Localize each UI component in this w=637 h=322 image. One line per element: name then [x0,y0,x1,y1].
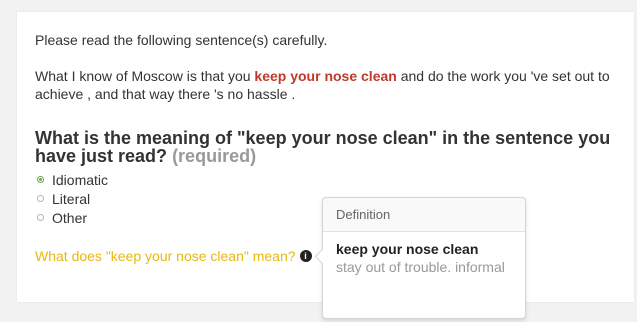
popover-definition: stay out of trouble. informal [336,259,505,275]
info-icon[interactable]: i [299,250,312,262]
radio-empty-icon[interactable] [37,195,44,202]
instruction-text: Please read the following sentence(s) ca… [35,32,328,48]
page: Please read the following sentence(s) ca… [0,0,637,322]
option-literal[interactable]: Literal [37,189,108,208]
question-heading: What is the meaning of "keep your nose c… [35,129,627,165]
option-label: Literal [52,190,91,207]
required-label: (required) [172,146,257,166]
definition-popover: Definition keep your nose clean stay out… [314,197,526,319]
followup-text: What does "keep your nose clean" mean? [35,248,296,264]
radio-selected-icon[interactable] [37,176,44,183]
option-idiomatic[interactable]: Idiomatic [37,170,108,189]
highlighted-phrase: keep your nose clean [254,68,397,84]
option-other[interactable]: Other [37,208,108,227]
popover-term: keep your nose clean [336,241,479,257]
sentence-before: What I know of Moscow is that you [35,68,255,84]
option-label: Idiomatic [52,171,109,188]
followup-question: What does "keep your nose clean" mean? i [35,248,312,264]
option-label: Other [52,209,88,226]
radio-group: Idiomatic Literal Other [37,170,108,227]
question-text: What is the meaning of "keep your nose c… [35,128,611,166]
sentence-text: What I know of Moscow is that you keep y… [35,67,627,103]
radio-empty-icon[interactable] [37,214,44,221]
popover-header: Definition [323,198,525,232]
